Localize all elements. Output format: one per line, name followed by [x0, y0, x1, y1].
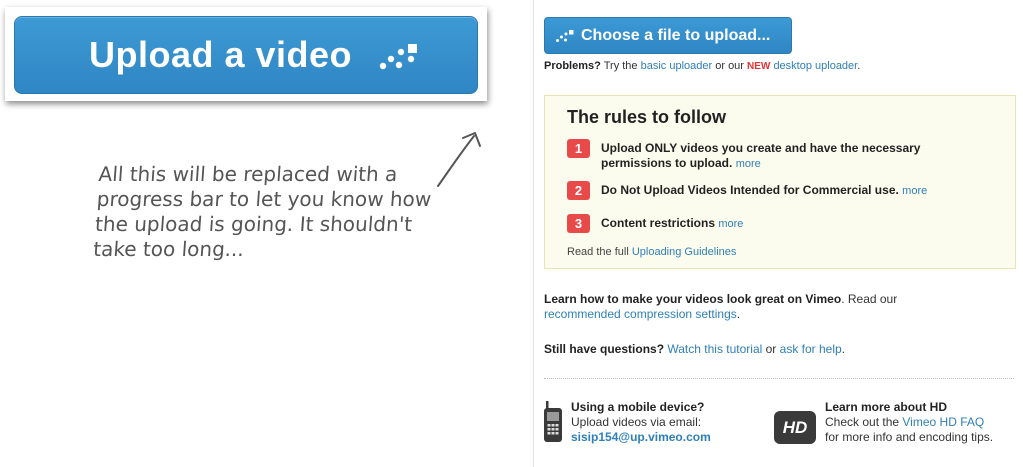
problems-lead: Problems?	[544, 60, 601, 72]
upload-video-button[interactable]: Upload a video	[14, 16, 478, 94]
rules-footer: Read the full Uploading Guidelines	[567, 246, 736, 258]
vimeo-hd-faq-link[interactable]: Vimeo HD FAQ	[902, 415, 984, 429]
note-line: take too long...	[92, 237, 245, 261]
mobile-upload-info: Using a mobile device? Upload videos via…	[571, 400, 711, 445]
basic-uploader-link[interactable]: basic uploader	[641, 60, 713, 72]
desktop-uploader-link[interactable]: desktop uploader	[773, 60, 857, 72]
rule-text: Do Not Upload Videos Intended for Commer…	[601, 183, 927, 199]
rule-item: 3 Content restrictions more	[567, 214, 743, 233]
rule-number-badge: 1	[567, 139, 590, 158]
hd-title: Learn more about HD	[825, 400, 948, 414]
hd-info: Learn more about HD Check out the Vimeo …	[825, 400, 1020, 445]
learn-bold: Learn how to make your videos look great…	[544, 292, 842, 306]
watch-tutorial-link[interactable]: Watch this tutorial	[667, 342, 762, 356]
upload-dots-icon	[556, 29, 574, 42]
learn-end: .	[736, 307, 741, 321]
new-badge: NEW	[747, 61, 771, 72]
upload-dots-icon	[379, 44, 417, 70]
rule-more-link[interactable]: more	[736, 158, 761, 170]
questions-end: .	[841, 342, 846, 356]
rule-more-link[interactable]: more	[902, 185, 927, 197]
upload-email-link[interactable]: sisip154@up.vimeo.com	[571, 430, 711, 444]
upload-panel: Choose a file to upload... Problems? Try…	[533, 0, 1023, 467]
hd-icon: HD	[774, 411, 816, 444]
questions-bold: Still have questions?	[544, 342, 665, 356]
rule-number-badge: 3	[567, 214, 590, 233]
problems-text: Try the	[600, 60, 641, 72]
upload-video-button-label: Upload a video	[89, 34, 353, 75]
rules-title: The rules to follow	[567, 107, 727, 127]
rule-label: Content restrictions	[601, 216, 716, 230]
problems-text: or our	[712, 60, 748, 72]
rules-footer-text: Read the full	[567, 246, 632, 258]
handwritten-note: All this will be replaced with a progres…	[93, 162, 460, 262]
learn-paragraph: Learn how to make your videos look great…	[544, 292, 1014, 322]
rule-item: 2 Do Not Upload Videos Intended for Comm…	[567, 181, 927, 200]
rule-item: 1 Upload ONLY videos you create and have…	[567, 139, 987, 172]
choose-file-button-label: Choose a file to upload...	[581, 26, 771, 44]
problems-text: .	[857, 60, 861, 72]
questions-text: or	[762, 342, 780, 356]
learn-text: . Read our	[841, 292, 898, 306]
rule-number-badge: 2	[567, 181, 590, 200]
ask-for-help-link[interactable]: ask for help	[780, 342, 842, 356]
hd-text: Check out the	[825, 415, 903, 429]
hd-text: for more info and encoding tips.	[825, 430, 994, 444]
questions-paragraph: Still have questions? Watch this tutoria…	[544, 342, 845, 357]
mobile-phone-icon	[544, 401, 562, 442]
rule-label: Do Not Upload Videos Intended for Commer…	[601, 183, 899, 197]
note-line: progress bar to let you know how	[96, 187, 433, 211]
note-line: the upload is going. It shouldn't	[94, 212, 413, 236]
upload-button-frame: Upload a video	[5, 7, 487, 101]
rule-text: Upload ONLY videos you create and have t…	[601, 141, 981, 172]
rule-more-link[interactable]: more	[718, 218, 743, 230]
mobile-text: Upload videos via email:	[571, 415, 702, 429]
divider	[544, 378, 1014, 379]
problems-line: Problems? Try the basic uploader or our …	[544, 60, 860, 72]
rule-text: Content restrictions more	[601, 216, 743, 232]
choose-file-button[interactable]: Choose a file to upload...	[544, 17, 792, 54]
compression-settings-link[interactable]: recommended compression settings	[544, 307, 737, 321]
note-line: All this will be replaced with a	[97, 162, 399, 186]
mobile-title: Using a mobile device?	[571, 400, 705, 414]
uploading-guidelines-link[interactable]: Uploading Guidelines	[632, 246, 737, 258]
rules-box: The rules to follow 1 Upload ONLY videos…	[544, 95, 1016, 269]
